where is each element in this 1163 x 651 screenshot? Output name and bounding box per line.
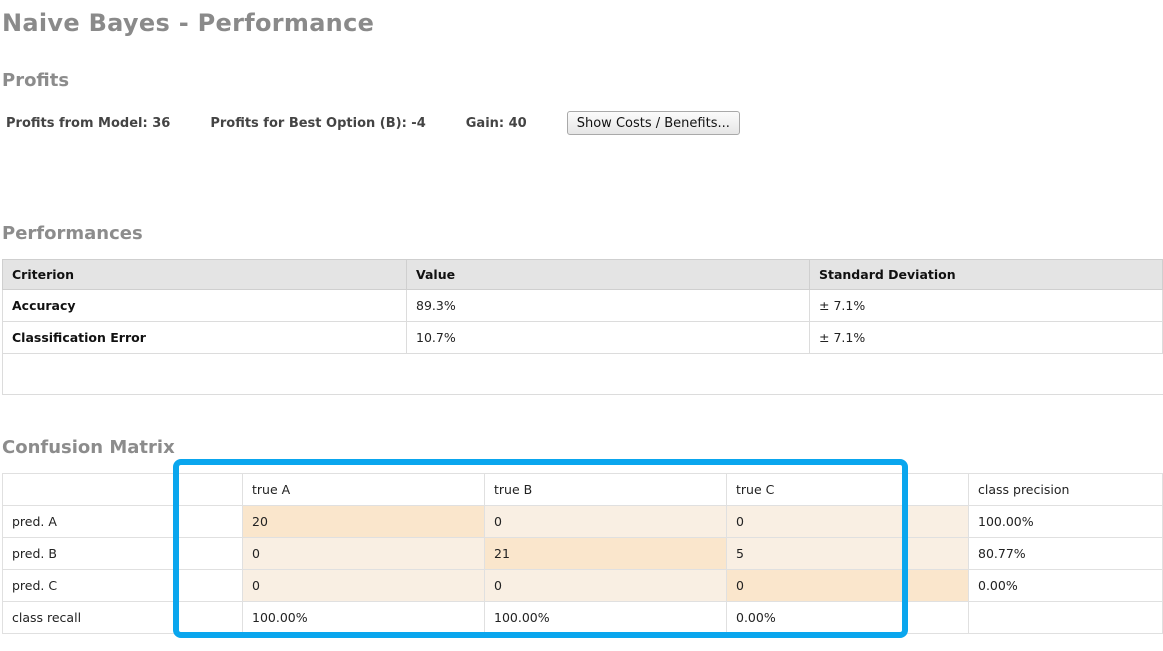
criterion-cell: Classification Error xyxy=(2,321,407,354)
recall-cell: 100.00% xyxy=(484,601,727,634)
profits-best-option: Profits for Best Option (B): -4 xyxy=(210,115,426,131)
row-label: pred. A xyxy=(2,505,243,538)
std-dev-cell: ± 7.1% xyxy=(809,321,1163,354)
matrix-row-class-recall[interactable]: class recall 100.00% 100.00% 0.00% xyxy=(2,601,1163,634)
row-label: pred. C xyxy=(2,569,243,602)
precision-cell: 100.00% xyxy=(968,505,1163,538)
matrix-cell: 0 xyxy=(726,505,969,538)
confusion-matrix-table: true A true B true C class precision pre… xyxy=(2,473,1163,634)
precision-cell: 0.00% xyxy=(968,569,1163,602)
column-header-true-c[interactable]: true C xyxy=(726,473,969,506)
empty-cell xyxy=(2,353,1163,395)
std-dev-cell: ± 7.1% xyxy=(809,289,1163,322)
matrix-cell: 0 xyxy=(242,569,485,602)
matrix-cell: 20 xyxy=(242,505,485,538)
matrix-cell: 0 xyxy=(484,505,727,538)
performances-heading: Performances xyxy=(2,223,143,244)
precision-cell: 80.77% xyxy=(968,537,1163,570)
gain-value: Gain: 40 xyxy=(465,115,527,131)
row-label: class recall xyxy=(2,601,243,634)
precision-cell xyxy=(968,601,1163,634)
show-costs-benefits-button[interactable]: Show Costs / Benefits... xyxy=(566,111,740,135)
profits-row: Profits from Model: 36 Profits for Best … xyxy=(6,111,740,135)
profits-heading: Profits xyxy=(2,70,70,91)
criterion-cell: Accuracy xyxy=(2,289,407,322)
matrix-corner-cell xyxy=(2,473,243,506)
table-row[interactable]: Classification Error 10.7% ± 7.1% xyxy=(2,321,1163,354)
column-header-class-precision[interactable]: class precision xyxy=(968,473,1163,506)
matrix-cell: 0 xyxy=(726,569,969,602)
page-title: Naive Bayes - Performance xyxy=(2,9,375,37)
recall-cell: 100.00% xyxy=(242,601,485,634)
matrix-cell: 0 xyxy=(242,537,485,570)
recall-cell: 0.00% xyxy=(726,601,969,634)
confusion-matrix-heading: Confusion Matrix xyxy=(2,437,175,458)
empty-table-area xyxy=(2,353,1163,395)
matrix-cell: 5 xyxy=(726,537,969,570)
value-cell: 89.3% xyxy=(406,289,810,322)
performances-table: Criterion Value Standard Deviation Accur… xyxy=(2,259,1163,395)
matrix-cell: 21 xyxy=(484,537,727,570)
column-header-true-b[interactable]: true B xyxy=(484,473,727,506)
matrix-row-pred-c[interactable]: pred. C 0 0 0 0.00% xyxy=(2,569,1163,602)
matrix-row-pred-b[interactable]: pred. B 0 21 5 80.77% xyxy=(2,537,1163,570)
matrix-header-row: true A true B true C class precision xyxy=(2,473,1163,506)
matrix-cell: 0 xyxy=(484,569,727,602)
row-label: pred. B xyxy=(2,537,243,570)
column-header-std-dev[interactable]: Standard Deviation xyxy=(809,259,1163,290)
table-row[interactable]: Accuracy 89.3% ± 7.1% xyxy=(2,289,1163,322)
column-header-value[interactable]: Value xyxy=(406,259,810,290)
table-header-row: Criterion Value Standard Deviation xyxy=(2,259,1163,290)
matrix-row-pred-a[interactable]: pred. A 20 0 0 100.00% xyxy=(2,505,1163,538)
column-header-criterion[interactable]: Criterion xyxy=(2,259,407,290)
profits-from-model: Profits from Model: 36 xyxy=(6,115,171,131)
value-cell: 10.7% xyxy=(406,321,810,354)
column-header-true-a[interactable]: true A xyxy=(242,473,485,506)
performance-view: Naive Bayes - Performance Profits Profit… xyxy=(0,0,1163,651)
